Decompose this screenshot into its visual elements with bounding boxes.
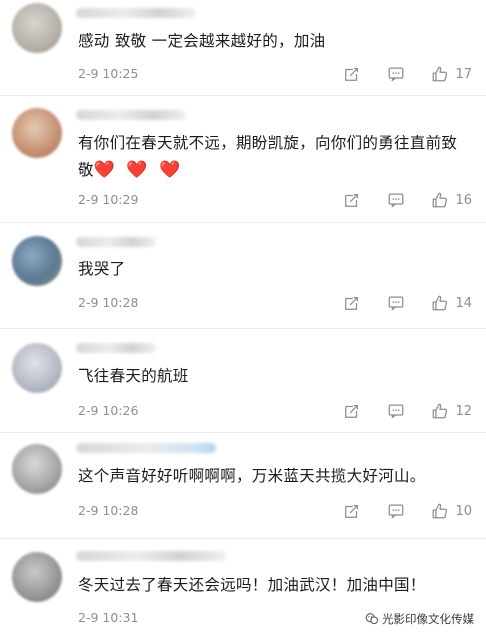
comment-item: 飞往春天的航班 2-9 10:26 12	[0, 329, 486, 433]
like-count: 14	[455, 295, 472, 311]
comment-time: 2-9 10:25	[78, 66, 139, 81]
reply-icon[interactable]	[387, 402, 405, 420]
wechat-icon	[365, 612, 379, 626]
avatar[interactable]	[12, 343, 62, 393]
comment-time: 2-9 10:28	[78, 503, 139, 518]
username-blurred	[76, 443, 216, 453]
watermark-label: 光影印像文化传媒	[382, 612, 474, 626]
username-blurred	[76, 343, 156, 353]
comment-time: 2-9 10:31	[78, 610, 139, 625]
like-icon[interactable]	[431, 402, 449, 420]
comment-time: 2-9 10:26	[78, 403, 139, 418]
comment-text: 有你们在春天就不远，期盼凯旋，向你们的勇往直前致敬❤️ ❤️ ❤️	[78, 130, 468, 184]
reply-icon[interactable]	[387, 191, 405, 209]
comment-text: 冬天过去了春天还会远吗！加油武汉！加油中国！	[78, 576, 426, 594]
forward-icon[interactable]	[343, 502, 361, 520]
comment-actions: 16	[317, 190, 472, 210]
forward-icon[interactable]	[343, 294, 361, 312]
forward-icon[interactable]	[343, 402, 361, 420]
like-icon[interactable]	[431, 191, 449, 209]
comment-item: 这个声音好好听啊啊啊，万米蓝天共揽大好河山。 2-9 10:28 10	[0, 433, 486, 539]
comment-text: 感动 致敬 一定会越来越好的，加油	[78, 32, 326, 50]
comment-feed: 感动 致敬 一定会越来越好的，加油 2-9 10:25 17 有你们在春天就不远…	[0, 0, 486, 639]
comment-item: 感动 致敬 一定会越来越好的，加油 2-9 10:25 17	[0, 0, 486, 96]
avatar[interactable]	[12, 3, 62, 53]
reply-icon[interactable]	[387, 502, 405, 520]
like-icon[interactable]	[431, 502, 449, 520]
like-count: 16	[455, 192, 472, 208]
forward-icon[interactable]	[343, 65, 361, 83]
comment-actions: 12	[317, 401, 472, 421]
forward-icon[interactable]	[343, 191, 361, 209]
heart-emoji-group: ❤️ ❤️ ❤️	[93, 160, 184, 180]
username-blurred	[76, 237, 156, 247]
reply-icon[interactable]	[387, 65, 405, 83]
comment-actions: 17	[317, 64, 472, 84]
comment-text: 飞往春天的航班	[78, 367, 189, 385]
avatar[interactable]	[12, 108, 62, 158]
like-icon[interactable]	[431, 65, 449, 83]
avatar[interactable]	[12, 444, 62, 494]
username-blurred	[76, 110, 186, 120]
comment-actions: 10	[317, 501, 472, 521]
comment-item: 有你们在春天就不远，期盼凯旋，向你们的勇往直前致敬❤️ ❤️ ❤️ 2-9 10…	[0, 96, 486, 223]
comment-time: 2-9 10:28	[78, 295, 139, 310]
avatar[interactable]	[12, 236, 62, 286]
username-blurred	[76, 8, 196, 18]
like-count: 12	[455, 403, 472, 419]
username-blurred	[76, 551, 226, 561]
like-count: 10	[455, 503, 472, 519]
avatar[interactable]	[12, 552, 62, 602]
comment-text: 这个声音好好听啊啊啊，万米蓝天共揽大好河山。	[78, 467, 426, 485]
like-count: 17	[455, 66, 472, 82]
comment-time: 2-9 10:29	[78, 192, 139, 207]
comment-text: 我哭了	[78, 260, 126, 278]
comment-item: 我哭了 2-9 10:28 14	[0, 223, 486, 329]
watermark: 光影印像文化传媒	[365, 611, 474, 627]
comment-actions: 14	[317, 293, 472, 313]
like-icon[interactable]	[431, 294, 449, 312]
reply-icon[interactable]	[387, 294, 405, 312]
